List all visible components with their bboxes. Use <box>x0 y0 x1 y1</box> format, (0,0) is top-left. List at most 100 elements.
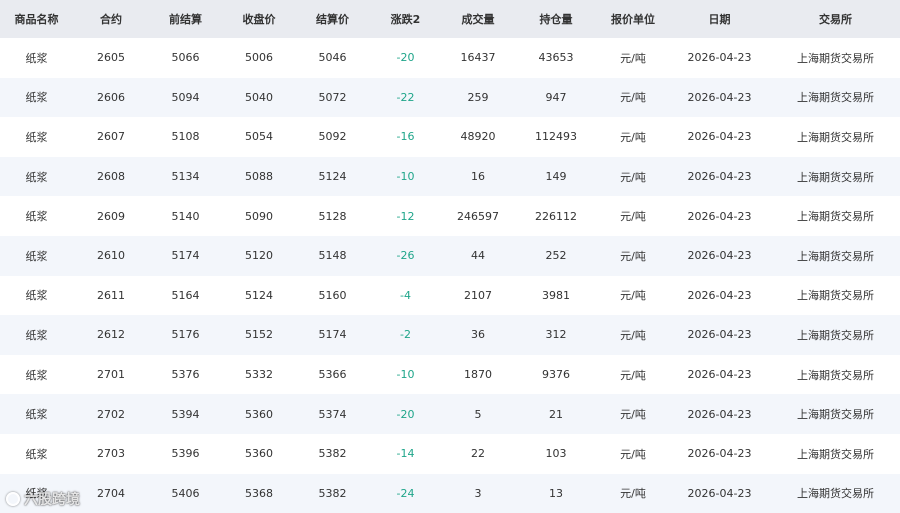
cell-exchange: 上海期货交易所 <box>797 487 874 501</box>
cell-unit: 元/吨 <box>620 170 646 184</box>
cell-settle: 5382 <box>318 447 347 461</box>
cell-date: 2026-04-23 <box>687 328 752 342</box>
cell-date: 2026-04-23 <box>687 209 752 223</box>
cell-contract: 2702 <box>97 407 125 421</box>
cell-date: 2026-04-23 <box>687 249 752 263</box>
cell-exchange: 上海期货交易所 <box>797 249 874 263</box>
cell-change: -20 <box>396 51 415 65</box>
cell-unit: 元/吨 <box>620 210 646 224</box>
cell-volume: 16437 <box>460 51 496 65</box>
cell-open-interest: 947 <box>545 90 567 104</box>
cell-exchange: 上海期货交易所 <box>797 447 874 461</box>
table-row[interactable]: 纸浆 2704 5406 5368 5382 -24 3 13 元/吨 2026-04-23 上海期… <box>0 473 900 513</box>
cell-unit: 元/吨 <box>620 130 646 144</box>
cell-volume: 1870 <box>464 368 492 382</box>
table-row[interactable]: 纸浆 2605 5066 5006 5046 -20 16437 43653 元/吨 2026-0… <box>0 38 900 78</box>
cell-contract: 2703 <box>97 447 125 461</box>
cell-open-interest: 226112 <box>535 209 577 223</box>
cell-product: 纸浆 <box>25 487 48 501</box>
cell-contract: 2605 <box>97 51 125 65</box>
table-row[interactable]: 纸浆 2703 5396 5360 5382 -14 22 103 元/吨 2026-04-23 上… <box>0 433 900 474</box>
cell-contract: 2610 <box>97 249 125 263</box>
cell-prev-settle: 5174 <box>171 249 200 263</box>
cell-prev-settle: 5140 <box>171 209 200 223</box>
header-exchange[interactable]: 交易所 <box>771 0 900 38</box>
futures-table-container: 商品名称 合约 前结算 收盘价 结算价 涨跌2 成交量 持仓量 报价单位 日期 … <box>0 0 900 513</box>
cell-settle: 5046 <box>318 51 347 65</box>
header-product-name[interactable]: 商品名称 <box>0 0 73 38</box>
cell-change: -2 <box>400 328 411 342</box>
header-open-interest[interactable]: 持仓量 <box>514 0 598 38</box>
cell-contract: 2606 <box>97 90 125 104</box>
header-settle[interactable]: 结算价 <box>296 0 369 38</box>
cell-date: 2026-04-23 <box>687 130 752 144</box>
cell-change: -20 <box>396 407 415 421</box>
cell-close: 5124 <box>245 288 273 302</box>
cell-unit: 元/吨 <box>620 408 646 422</box>
cell-settle: 5124 <box>318 170 347 184</box>
cell-contract: 2611 <box>97 288 125 302</box>
table-row[interactable]: 纸浆 2609 5140 5090 5128 -12 246597 226112 元/吨 2026… <box>0 196 900 236</box>
table-row[interactable]: 纸浆 2702 5394 5360 5374 -20 5 21 元/吨 2026-04-23 上海期… <box>0 394 900 434</box>
cell-prev-settle: 5396 <box>171 447 200 461</box>
cell-product: 纸浆 <box>25 170 48 184</box>
table-row[interactable]: 纸浆 2606 5094 5040 5072 -22 259 947 元/吨 2026-04-23… <box>0 77 900 118</box>
cell-volume: 2107 <box>464 288 492 302</box>
header-change[interactable]: 涨跌2 <box>369 0 442 38</box>
cell-product: 纸浆 <box>25 408 48 422</box>
cell-product: 纸浆 <box>25 249 48 263</box>
cell-change: -24 <box>396 486 415 500</box>
cell-open-interest: 149 <box>545 170 567 184</box>
cell-unit: 元/吨 <box>620 91 646 105</box>
cell-contract: 2607 <box>97 130 125 144</box>
cell-change: -26 <box>396 249 415 263</box>
cell-volume: 16 <box>471 170 485 184</box>
header-prev-settle[interactable]: 前结算 <box>149 0 222 38</box>
cell-contract: 2612 <box>97 328 125 342</box>
cell-date: 2026-04-23 <box>687 51 752 65</box>
cell-close: 5054 <box>245 130 273 144</box>
table-row[interactable]: 纸浆 2607 5108 5054 5092 -16 48920 112493 元/吨 2026-… <box>0 117 900 157</box>
header-close[interactable]: 收盘价 <box>222 0 296 38</box>
cell-date: 2026-04-23 <box>687 368 752 382</box>
cell-change: -22 <box>396 90 415 104</box>
cell-change: -16 <box>396 130 415 144</box>
cell-date: 2026-04-23 <box>687 486 752 500</box>
cell-open-interest: 43653 <box>538 51 574 65</box>
cell-product: 纸浆 <box>25 328 48 342</box>
cell-change: -12 <box>396 209 415 223</box>
cell-product: 纸浆 <box>25 289 48 303</box>
cell-prev-settle: 5066 <box>171 51 200 65</box>
cell-close: 5368 <box>245 486 273 500</box>
cell-close: 5152 <box>245 328 273 342</box>
table-row[interactable]: 纸浆 2611 5164 5124 5160 -4 2107 3981 元/吨 2026-04-2… <box>0 275 900 316</box>
cell-volume: 48920 <box>460 130 496 144</box>
cell-close: 5332 <box>245 368 273 382</box>
cell-exchange: 上海期货交易所 <box>797 210 874 224</box>
cell-open-interest: 3981 <box>542 288 570 302</box>
header-date[interactable]: 日期 <box>668 0 771 38</box>
header-contract[interactable]: 合约 <box>73 0 149 38</box>
cell-contract: 2701 <box>97 368 125 382</box>
cell-close: 5040 <box>245 90 273 104</box>
cell-product: 纸浆 <box>25 210 48 224</box>
table-row[interactable]: 纸浆 2610 5174 5120 5148 -26 44 252 元/吨 2026-04-23 上… <box>0 235 900 276</box>
table-row[interactable]: 纸浆 2701 5376 5332 5366 -10 1870 9376 元/吨 2026-04-… <box>0 354 900 395</box>
cell-prev-settle: 5164 <box>171 288 200 302</box>
cell-unit: 元/吨 <box>620 51 646 65</box>
cell-settle: 5148 <box>318 249 347 263</box>
table-row[interactable]: 纸浆 2608 5134 5088 5124 -10 16 149 元/吨 2026-04-23 上… <box>0 156 900 197</box>
cell-exchange: 上海期货交易所 <box>797 289 874 303</box>
cell-open-interest: 103 <box>545 447 567 461</box>
cell-open-interest: 252 <box>545 249 567 263</box>
table-row[interactable]: 纸浆 2612 5176 5152 5174 -2 36 312 元/吨 2026-04-23 上海… <box>0 315 900 355</box>
header-unit[interactable]: 报价单位 <box>598 0 668 38</box>
cell-change: -10 <box>396 170 415 184</box>
cell-exchange: 上海期货交易所 <box>797 368 874 382</box>
header-volume[interactable]: 成交量 <box>442 0 514 38</box>
cell-prev-settle: 5094 <box>171 90 200 104</box>
cell-prev-settle: 5376 <box>171 368 200 382</box>
cell-product: 纸浆 <box>25 130 48 144</box>
cell-change: -14 <box>396 447 415 461</box>
cell-exchange: 上海期货交易所 <box>797 408 874 422</box>
